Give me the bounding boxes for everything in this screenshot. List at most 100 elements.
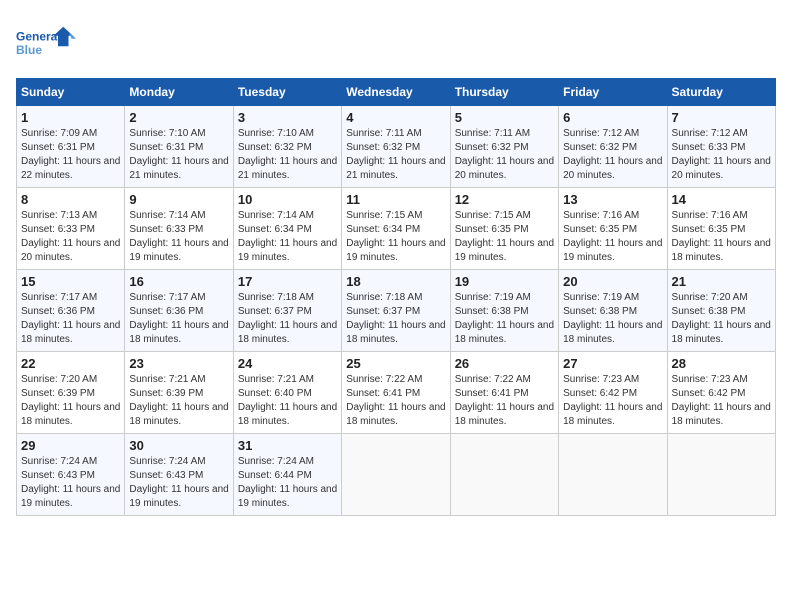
day-number: 8 [21, 192, 120, 207]
day-detail: Sunrise: 7:12 AMSunset: 6:32 PMDaylight:… [563, 127, 662, 183]
calendar-cell: 18 Sunrise: 7:18 AMSunset: 6:37 PMDayligh… [342, 270, 450, 352]
day-detail: Sunrise: 7:17 AMSunset: 6:36 PMDaylight:… [129, 291, 228, 347]
day-detail: Sunrise: 7:12 AMSunset: 6:33 PMDaylight:… [672, 127, 771, 183]
day-number: 25 [346, 356, 445, 371]
column-header-monday: Monday [125, 79, 233, 106]
day-number: 18 [346, 274, 445, 289]
day-detail: Sunrise: 7:21 AMSunset: 6:40 PMDaylight:… [238, 373, 337, 429]
day-detail: Sunrise: 7:15 AMSunset: 6:35 PMDaylight:… [455, 209, 554, 265]
calendar-header-row: SundayMondayTuesdayWednesdayThursdayFrid… [17, 79, 776, 106]
day-number: 9 [129, 192, 228, 207]
day-detail: Sunrise: 7:23 AMSunset: 6:42 PMDaylight:… [563, 373, 662, 429]
day-number: 4 [346, 110, 445, 125]
calendar-cell: 22Sunrise: 7:20 AMSunset: 6:39 PMDayligh… [17, 352, 125, 434]
calendar-cell: 8 Sunrise: 7:13 AMSunset: 6:33 PMDaylight… [17, 188, 125, 270]
day-detail: Sunrise: 7:22 AMSunset: 6:41 PMDaylight:… [346, 373, 445, 429]
day-detail: Sunrise: 7:19 AMSunset: 6:38 PMDaylight:… [455, 291, 554, 347]
day-number: 27 [563, 356, 662, 371]
column-header-sunday: Sunday [17, 79, 125, 106]
calendar-cell: 24 Sunrise: 7:21 AMSunset: 6:40 PMDayligh… [233, 352, 341, 434]
calendar-cell: 27 Sunrise: 7:23 AMSunset: 6:42 PMDayligh… [559, 352, 667, 434]
day-number: 30 [129, 438, 228, 453]
logo: General Blue [16, 20, 76, 68]
day-number: 5 [455, 110, 554, 125]
calendar-cell: 9 Sunrise: 7:14 AMSunset: 6:33 PMDaylight… [125, 188, 233, 270]
calendar-cell: 6 Sunrise: 7:12 AMSunset: 6:32 PMDaylight… [559, 106, 667, 188]
page-header: General Blue [16, 16, 776, 68]
calendar-cell: 10Sunrise: 7:14 AMSunset: 6:34 PMDayligh… [233, 188, 341, 270]
day-detail: Sunrise: 7:14 AMSunset: 6:34 PMDaylight:… [238, 209, 337, 265]
calendar-cell: 14Sunrise: 7:16 AMSunset: 6:35 PMDayligh… [667, 188, 775, 270]
day-detail: Sunrise: 7:17 AMSunset: 6:36 PMDaylight:… [21, 291, 120, 347]
logo-svg: General Blue [16, 20, 76, 68]
day-number: 14 [672, 192, 771, 207]
calendar-cell: 3Sunrise: 7:10 AMSunset: 6:32 PMDaylight… [233, 106, 341, 188]
calendar-cell: 15Sunrise: 7:17 AMSunset: 6:36 PMDayligh… [17, 270, 125, 352]
day-detail: Sunrise: 7:24 AMSunset: 6:43 PMDaylight:… [21, 455, 120, 511]
day-number: 3 [238, 110, 337, 125]
day-detail: Sunrise: 7:21 AMSunset: 6:39 PMDaylight:… [129, 373, 228, 429]
calendar-cell: 19 Sunrise: 7:19 AMSunset: 6:38 PMDayligh… [450, 270, 558, 352]
day-number: 31 [238, 438, 337, 453]
day-detail: Sunrise: 7:24 AMSunset: 6:44 PMDaylight:… [238, 455, 337, 511]
day-number: 16 [129, 274, 228, 289]
calendar-cell: 20 Sunrise: 7:19 AMSunset: 6:38 PMDayligh… [559, 270, 667, 352]
day-number: 11 [346, 192, 445, 207]
day-detail: Sunrise: 7:20 AMSunset: 6:38 PMDaylight:… [672, 291, 771, 347]
day-detail: Sunrise: 7:22 AMSunset: 6:41 PMDaylight:… [455, 373, 554, 429]
day-detail: Sunrise: 7:20 AMSunset: 6:39 PMDaylight:… [21, 373, 120, 429]
calendar-cell: 12 Sunrise: 7:15 AMSunset: 6:35 PMDayligh… [450, 188, 558, 270]
day-number: 20 [563, 274, 662, 289]
day-number: 19 [455, 274, 554, 289]
calendar-row: 29 Sunrise: 7:24 AMSunset: 6:43 PMDayligh… [17, 434, 776, 516]
empty-cell [342, 434, 450, 516]
day-number: 17 [238, 274, 337, 289]
day-detail: Sunrise: 7:18 AMSunset: 6:37 PMDaylight:… [346, 291, 445, 347]
day-detail: Sunrise: 7:11 AMSunset: 6:32 PMDaylight:… [346, 127, 445, 183]
calendar-cell: 29 Sunrise: 7:24 AMSunset: 6:43 PMDayligh… [17, 434, 125, 516]
calendar-cell: 11Sunrise: 7:15 AMSunset: 6:34 PMDayligh… [342, 188, 450, 270]
svg-text:Blue: Blue [16, 43, 42, 57]
calendar-cell: 16 Sunrise: 7:17 AMSunset: 6:36 PMDayligh… [125, 270, 233, 352]
calendar-row: 1 Sunrise: 7:09 AMSunset: 6:31 PMDaylight… [17, 106, 776, 188]
day-detail: Sunrise: 7:13 AMSunset: 6:33 PMDaylight:… [21, 209, 120, 265]
calendar-cell: 1 Sunrise: 7:09 AMSunset: 6:31 PMDaylight… [17, 106, 125, 188]
day-detail: Sunrise: 7:14 AMSunset: 6:33 PMDaylight:… [129, 209, 228, 265]
calendar-cell: 5 Sunrise: 7:11 AMSunset: 6:32 PMDaylight… [450, 106, 558, 188]
day-number: 29 [21, 438, 120, 453]
calendar-cell: 17 Sunrise: 7:18 AMSunset: 6:37 PMDayligh… [233, 270, 341, 352]
day-detail: Sunrise: 7:18 AMSunset: 6:37 PMDaylight:… [238, 291, 337, 347]
calendar-cell: 30Sunrise: 7:24 AMSunset: 6:43 PMDayligh… [125, 434, 233, 516]
empty-cell [450, 434, 558, 516]
column-header-friday: Friday [559, 79, 667, 106]
day-detail: Sunrise: 7:11 AMSunset: 6:32 PMDaylight:… [455, 127, 554, 183]
calendar-cell: 2Sunrise: 7:10 AMSunset: 6:31 PMDaylight… [125, 106, 233, 188]
column-header-wednesday: Wednesday [342, 79, 450, 106]
day-detail: Sunrise: 7:10 AMSunset: 6:31 PMDaylight:… [129, 127, 228, 183]
day-detail: Sunrise: 7:23 AMSunset: 6:42 PMDaylight:… [672, 373, 771, 429]
calendar-cell: 31 Sunrise: 7:24 AMSunset: 6:44 PMDayligh… [233, 434, 341, 516]
calendar-cell: 4 Sunrise: 7:11 AMSunset: 6:32 PMDaylight… [342, 106, 450, 188]
day-number: 12 [455, 192, 554, 207]
svg-text:General: General [16, 29, 61, 43]
column-header-tuesday: Tuesday [233, 79, 341, 106]
calendar-cell: 25 Sunrise: 7:22 AMSunset: 6:41 PMDayligh… [342, 352, 450, 434]
calendar-cell: 21Sunrise: 7:20 AMSunset: 6:38 PMDayligh… [667, 270, 775, 352]
calendar-cell: 26Sunrise: 7:22 AMSunset: 6:41 PMDayligh… [450, 352, 558, 434]
calendar-cell: 13Sunrise: 7:16 AMSunset: 6:35 PMDayligh… [559, 188, 667, 270]
day-detail: Sunrise: 7:19 AMSunset: 6:38 PMDaylight:… [563, 291, 662, 347]
day-number: 28 [672, 356, 771, 371]
day-detail: Sunrise: 7:09 AMSunset: 6:31 PMDaylight:… [21, 127, 120, 183]
day-number: 24 [238, 356, 337, 371]
column-header-thursday: Thursday [450, 79, 558, 106]
day-number: 1 [21, 110, 120, 125]
calendar-table: SundayMondayTuesdayWednesdayThursdayFrid… [16, 78, 776, 516]
day-number: 6 [563, 110, 662, 125]
day-number: 23 [129, 356, 228, 371]
calendar-cell: 7Sunrise: 7:12 AMSunset: 6:33 PMDaylight… [667, 106, 775, 188]
empty-cell [559, 434, 667, 516]
calendar-cell: 23 Sunrise: 7:21 AMSunset: 6:39 PMDayligh… [125, 352, 233, 434]
empty-cell [667, 434, 775, 516]
calendar-row: 22Sunrise: 7:20 AMSunset: 6:39 PMDayligh… [17, 352, 776, 434]
column-header-saturday: Saturday [667, 79, 775, 106]
